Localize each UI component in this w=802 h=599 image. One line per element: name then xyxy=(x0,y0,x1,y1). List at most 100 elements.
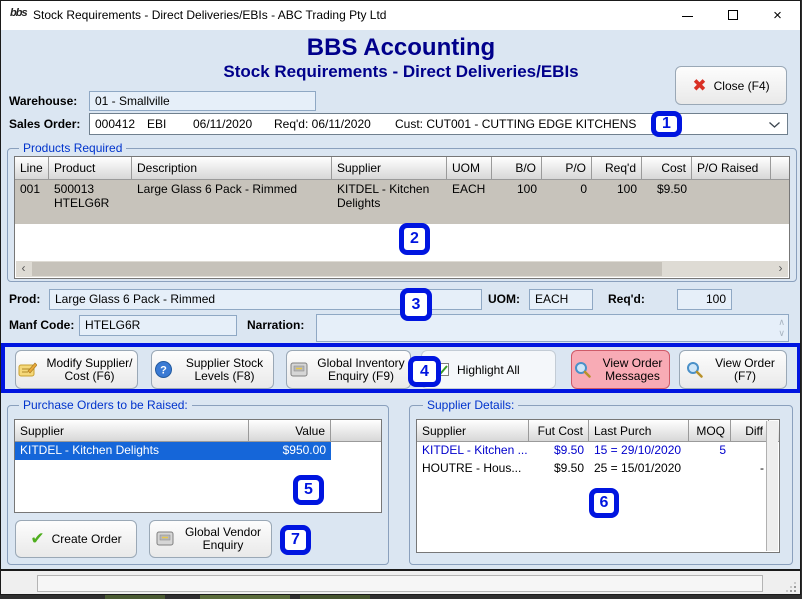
window-close-button[interactable]: × xyxy=(755,1,800,30)
col-sd-lastpurch: Last Purch xyxy=(589,420,689,441)
global-vendor-enquiry-button[interactable]: Global Vendor Enquiry xyxy=(149,520,272,558)
terminal-icon xyxy=(290,362,308,378)
close-f4-button[interactable]: ✖ Close (F4) xyxy=(675,66,787,105)
supplier-details-header: Supplier Fut Cost Last Purch MOQ Diff xyxy=(417,420,779,442)
cell-po: 0 xyxy=(542,180,592,224)
col-cost: Cost xyxy=(642,157,692,179)
maximize-button[interactable] xyxy=(710,1,755,30)
highlight-all-control[interactable]: Highlight All xyxy=(421,350,556,389)
supplier-detail-row[interactable]: KITDEL - Kitchen ... $9.50 15 = 29/10/20… xyxy=(417,442,779,460)
col-uom: UOM xyxy=(447,157,492,179)
products-table: Line Product Description Supplier UOM B/… xyxy=(14,156,790,279)
col-product: Product xyxy=(49,157,132,179)
cell-sd-lastpurch: 15 = 29/10/2020 xyxy=(589,442,689,460)
sales-order-reqd: Req'd: 06/11/2020 xyxy=(274,114,371,134)
window-title: Stock Requirements - Direct Deliveries/E… xyxy=(33,1,386,30)
sales-order-combobox[interactable]: 000412 EBI 06/11/2020 Req'd: 06/11/2020 … xyxy=(89,113,788,135)
view-order-messages-button[interactable]: View Order Messages xyxy=(571,350,670,389)
modify-supplier-cost-label: Modify Supplier/ Cost (F6) xyxy=(44,357,136,383)
annotation-badge-7: 7 xyxy=(280,525,311,555)
cell-description: Large Glass 6 Pack - Rimmed xyxy=(132,180,332,224)
bbs-logo-icon: bbs xyxy=(10,7,28,24)
cell-sd-supplier: HOUTRE - Hous... xyxy=(417,460,529,478)
col-po: P/O xyxy=(542,157,592,179)
uom-field[interactable]: EACH xyxy=(529,289,593,310)
sales-order-label: Sales Order: xyxy=(9,117,80,131)
close-icon: × xyxy=(773,7,782,24)
titlebar: bbs Stock Requirements - Direct Deliveri… xyxy=(1,1,800,30)
resize-grip[interactable] xyxy=(786,582,796,592)
view-order-button[interactable]: View Order (F7) xyxy=(679,350,787,389)
global-vendor-enquiry-label: Global Vendor Enquiry xyxy=(181,526,265,552)
close-f4-label: Close (F4) xyxy=(714,79,770,93)
cell-bo: 100 xyxy=(492,180,542,224)
manf-code-label: Manf Code: xyxy=(9,318,74,332)
col-sd-moq: MOQ xyxy=(689,420,731,441)
note-edit-icon xyxy=(18,362,37,378)
supplier-stock-levels-label: Supplier Stock Levels (F8) xyxy=(179,357,271,383)
sales-order-date: 06/11/2020 xyxy=(193,114,252,134)
modify-supplier-cost-button[interactable]: Modify Supplier/ Cost (F6) xyxy=(15,350,138,389)
col-reqd: Req'd xyxy=(592,157,642,179)
annotation-badge-2: 2 xyxy=(399,223,430,255)
supplier-detail-row[interactable]: HOUTRE - Hous... $9.50 25 = 15/01/2020 - xyxy=(417,460,779,478)
maximize-icon xyxy=(728,10,738,20)
create-order-button[interactable]: ✔ Create Order xyxy=(15,520,137,558)
supplier-details-group-label: Supplier Details: xyxy=(423,398,518,412)
minimize-button[interactable] xyxy=(665,1,710,30)
cell-sd-moq xyxy=(689,460,731,478)
col-description: Description xyxy=(132,157,332,179)
terminal-icon xyxy=(156,531,174,547)
cell-line: 001 xyxy=(15,180,49,224)
col-sd-diff: Diff xyxy=(731,420,769,441)
col-po-raised: P/O Raised xyxy=(692,157,771,179)
cell-sd-futcost: $9.50 xyxy=(529,442,589,460)
scroll-left-icon[interactable]: ‹ xyxy=(16,261,31,277)
cell-po-raised xyxy=(692,180,771,224)
col-line: Line xyxy=(15,157,49,179)
products-table-header: Line Product Description Supplier UOM B/… xyxy=(15,157,789,180)
purchase-orders-table: Supplier Value KITDEL - Kitchen Delights… xyxy=(14,419,382,513)
app-title: BBS Accounting xyxy=(1,34,801,62)
scrollbar-thumb[interactable] xyxy=(32,262,662,276)
cell-uom: EACH xyxy=(447,180,492,224)
col-sd-supplier: Supplier xyxy=(417,420,529,441)
warehouse-field[interactable]: 01 - Smallville xyxy=(89,91,316,111)
magnifier-icon xyxy=(574,361,591,378)
cell-cost: $9.50 xyxy=(642,180,692,224)
red-x-icon: ✖ xyxy=(692,76,706,96)
narration-field[interactable]: ∧ ∨ xyxy=(316,314,789,342)
status-message-panel xyxy=(37,575,763,592)
cell-reqd: 100 xyxy=(592,180,642,224)
supplier-details-vertical-scrollbar[interactable] xyxy=(766,421,778,551)
spin-down-icon[interactable]: ∨ xyxy=(778,329,785,338)
products-required-group-label: Products Required xyxy=(19,141,126,155)
reqd-field[interactable]: 100 xyxy=(677,289,732,310)
cell-po-supplier: KITDEL - Kitchen Delights xyxy=(15,442,249,460)
supplier-stock-levels-button[interactable]: ? Supplier Stock Levels (F8) xyxy=(151,350,274,389)
create-order-label: Create Order xyxy=(52,533,122,546)
purchase-orders-group-label: Purchase Orders to be Raised: xyxy=(19,398,192,412)
annotation-badge-1: 1 xyxy=(651,111,682,137)
supplier-details-table: Supplier Fut Cost Last Purch MOQ Diff KI… xyxy=(416,419,780,553)
sales-order-number: 000412 xyxy=(95,114,135,134)
col-bo: B/O xyxy=(492,157,542,179)
annotation-badge-3: 3 xyxy=(400,288,432,321)
view-order-label: View Order (F7) xyxy=(710,357,780,383)
products-horizontal-scrollbar[interactable]: ‹ › xyxy=(16,261,788,277)
cell-po-value: $950.00 xyxy=(249,442,331,460)
product-row[interactable]: 001 500013 HTELG6R Large Glass 6 Pack - … xyxy=(15,180,789,224)
spin-up-icon[interactable]: ∧ xyxy=(778,318,785,327)
svg-text:?: ? xyxy=(160,365,167,377)
purchase-order-row[interactable]: KITDEL - Kitchen Delights $950.00 xyxy=(15,442,381,460)
scroll-right-icon[interactable]: › xyxy=(773,261,788,277)
taskbar-sliver xyxy=(0,595,802,599)
chevron-down-icon xyxy=(769,122,780,128)
cell-sd-supplier: KITDEL - Kitchen ... xyxy=(417,442,529,460)
question-icon: ? xyxy=(155,361,172,378)
manf-code-field[interactable]: HTELG6R xyxy=(79,315,237,336)
minimize-icon xyxy=(682,16,693,17)
global-inventory-enquiry-button[interactable]: Global Inventory Enquiry (F9) xyxy=(286,350,411,389)
col-supplier: Supplier xyxy=(332,157,447,179)
purchase-orders-header: Supplier Value xyxy=(15,420,381,442)
